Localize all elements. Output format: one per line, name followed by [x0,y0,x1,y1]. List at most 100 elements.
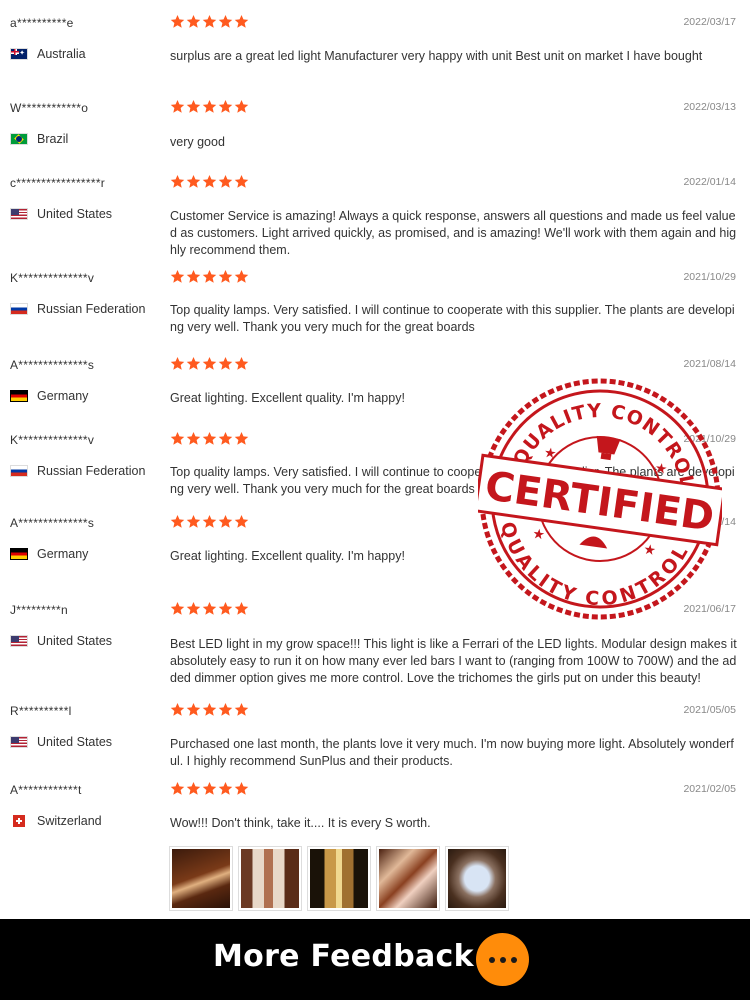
dot [510,956,517,963]
country-name: Germany [37,389,89,403]
star-icon [186,702,201,717]
svg-text:★: ★ [654,459,669,477]
review-photo[interactable] [445,846,509,911]
rating-stars [170,514,249,529]
reviewer-name: J*********n [10,603,69,617]
star-icon [218,14,233,29]
review-photo[interactable] [238,846,302,911]
reviewer-name: A************t [10,783,82,797]
review-photo[interactable] [307,846,371,911]
star-icon [170,702,185,717]
reviewer-country: Germany [10,547,88,561]
star-icon [186,356,201,371]
star-icon [234,781,249,796]
star-icon [186,14,201,29]
star-icon [234,702,249,717]
star-icon [218,269,233,284]
flag-icon [10,48,28,60]
star-icon [170,781,185,796]
star-icon [170,431,185,446]
star-icon [202,99,217,114]
svg-text:★: ★ [642,541,657,559]
review-photo[interactable] [169,846,233,911]
review-text: very good [170,135,225,149]
country-name: United States [37,207,113,221]
star-icon [170,601,185,616]
reviewer-country: Germany [10,389,88,403]
review-date: 2022/01/14 [683,176,736,188]
reviewer-country: Australia [10,47,86,61]
star-icon [218,702,233,717]
country-name: Switzerland [37,814,102,828]
review-text: surplus are a great led light Manufactur… [170,49,703,63]
flag-icon [10,635,28,647]
star-icon [234,99,249,114]
star-icon [186,174,201,189]
review-text: Wow!!! Don't think, take it.... It is ev… [170,816,431,830]
country-name: Russian Federation [37,302,146,316]
more-dots-icon[interactable] [476,933,529,986]
reviewer-country: Switzerland [10,814,102,828]
flag-icon [10,465,28,477]
more-feedback-label[interactable]: More Feedback [213,939,474,974]
star-icon [170,174,185,189]
review-date: 2021/02/05 [683,783,736,795]
country-name: Australia [37,47,86,61]
dot [499,956,506,963]
star-icon [202,601,217,616]
star-icon [186,431,201,446]
reviewer-country: Russian Federation [10,464,145,478]
review-date: 2021/08/14 [683,358,736,370]
certified-stamp-icon: QUALITY CONTROL QUALITY CONTROL CERTIFIE… [478,378,722,621]
star-icon [234,431,249,446]
star-icon [234,174,249,189]
country-name: United States [37,634,113,648]
country-name: Germany [37,547,89,561]
reviewer-name: W************o [10,101,89,115]
rating-stars [170,269,249,284]
rating-stars [170,356,249,371]
star-icon [218,431,233,446]
svg-text:★: ★ [543,444,558,462]
reviewer-name: R**********l [10,704,72,718]
flag-icon [10,815,28,827]
reviewer-country: United States [10,735,112,749]
star-icon [170,99,185,114]
review-date: 2021/05/05 [683,704,736,716]
review-photo-gallery [169,846,509,911]
reviewer-name: a**********e [10,16,74,30]
star-icon [170,14,185,29]
review-text: Best LED light in my grow space!!! This … [170,637,737,685]
flag-icon [10,303,28,315]
star-icon [218,174,233,189]
country-name: United States [37,735,113,749]
star-icon [186,269,201,284]
star-icon [202,781,217,796]
star-icon [186,99,201,114]
flag-icon [10,548,28,560]
review-text: Top quality lamps. Very satisfied. I wil… [170,303,735,334]
reviewer-name: A**************s [10,358,95,372]
reviewer-name: A**************s [10,516,95,530]
star-icon [170,269,185,284]
review-text: Customer Service is amazing! Always a qu… [170,209,737,257]
reviewer-name: K**************v [10,433,95,447]
flag-icon [10,736,28,748]
star-icon [186,601,201,616]
more-feedback-bar[interactable]: More Feedback [0,919,750,1000]
star-icon [234,601,249,616]
star-icon [234,269,249,284]
star-icon [218,601,233,616]
star-icon [202,356,217,371]
reviewer-name: c*****************r [10,176,106,190]
review-date: 2022/03/17 [683,16,736,28]
reviewer-name: K**************v [10,271,95,285]
star-icon [186,514,201,529]
reviewer-country: Russian Federation [10,302,145,316]
rating-stars [170,14,249,29]
reviewer-country: Brazil [10,132,68,146]
star-icon [218,514,233,529]
review-photo[interactable] [376,846,440,911]
star-icon [234,514,249,529]
rating-stars [170,601,249,616]
